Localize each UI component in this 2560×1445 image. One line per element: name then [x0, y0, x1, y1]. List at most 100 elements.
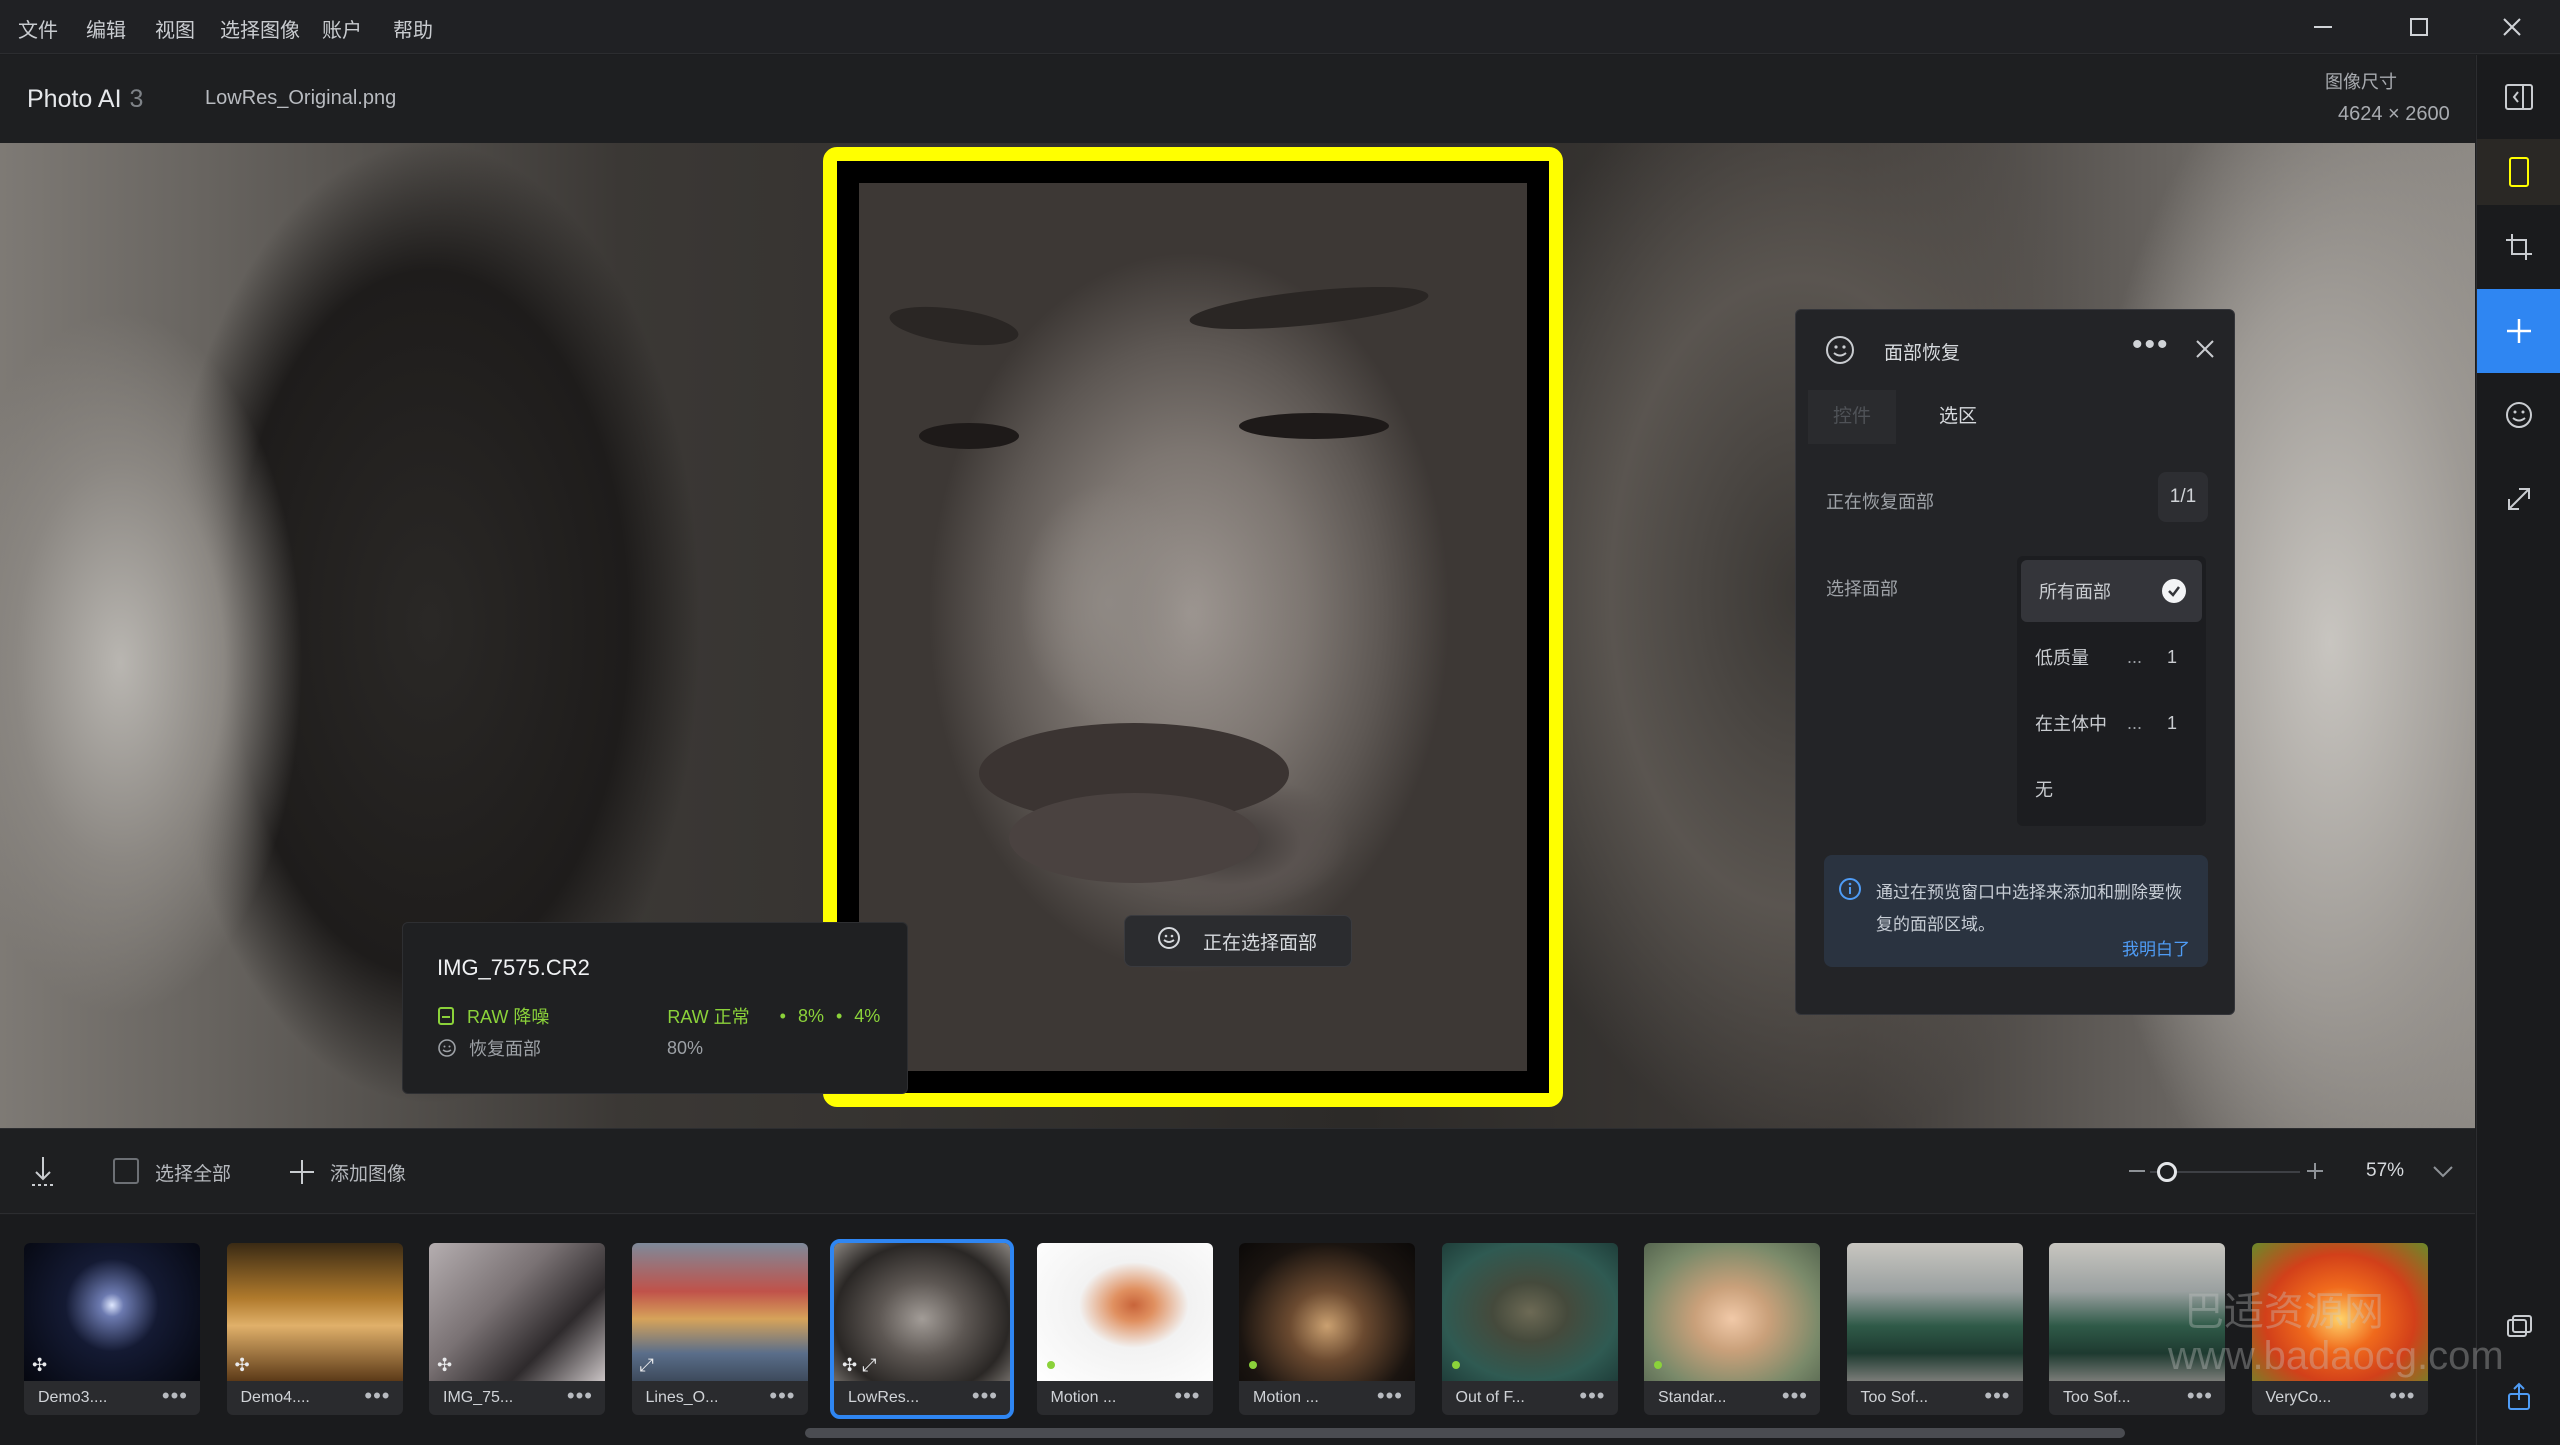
maximize-icon — [2410, 18, 2428, 36]
selection-hint: 通过在预览窗口中选择来添加和删除要恢复的面部区域。 我明白了 — [1824, 855, 2208, 967]
thumbnail-more-button[interactable]: ••• — [162, 1383, 188, 1409]
panel-more-button[interactable]: ••• — [2132, 328, 2170, 362]
thumbnail-more-button[interactable]: ••• — [364, 1383, 390, 1409]
thumbnail-image — [1846, 1243, 2023, 1381]
thumbnail-image — [1036, 1243, 1213, 1381]
crop-tool-button[interactable] — [2477, 205, 2560, 289]
menu-edit[interactable]: 编辑 — [86, 14, 126, 43]
face-eyebrow-right — [1187, 278, 1431, 338]
option-count: 1 — [2167, 712, 2178, 733]
filmstrip-thumbnail[interactable]: Standar... ••• — [1644, 1243, 1820, 1415]
thumbnail-label: Demo4.... — [240, 1389, 310, 1406]
thumbnail-image — [226, 1243, 403, 1381]
filmstrip-scrollbar[interactable] — [805, 1428, 2125, 1438]
zoom-slider-handle[interactable] — [2157, 1162, 2177, 1182]
thumbnail-more-button[interactable]: ••• — [769, 1383, 795, 1409]
filmstrip-thumbnail[interactable]: ✣ IMG_75... ••• — [429, 1243, 605, 1415]
filmstrip-thumbnail[interactable]: ✣ Demo4.... ••• — [226, 1243, 403, 1415]
minimize-icon — [2314, 26, 2332, 28]
smiley-icon — [1157, 926, 1181, 956]
recovering-faces-label: 正在恢复面部 — [1826, 492, 1934, 512]
raw-pct-a: 8% — [797, 1005, 824, 1026]
face-recovery-button[interactable] — [2477, 373, 2560, 457]
panel-close-icon[interactable] — [2194, 338, 2216, 360]
select-all-checkbox[interactable] — [113, 1158, 139, 1184]
minimize-button[interactable] — [2275, 0, 2371, 54]
info-row-face: 恢复面部 80% — [437, 1035, 703, 1061]
thumbnail-label: IMG_75... — [443, 1389, 514, 1406]
add-enhancement-button[interactable] — [2477, 289, 2560, 373]
thumbnail-label: Motion ... — [1253, 1389, 1319, 1406]
filmstrip-thumbnail[interactable]: Too Sof... ••• — [1846, 1243, 2023, 1415]
watermark-line-1: 巴适资源网 — [2184, 1290, 2384, 1334]
option-dots: ... — [2127, 646, 2143, 667]
option-in-subject[interactable]: 在主体中 ... 1 — [2017, 690, 2206, 756]
app-name: Photo AI — [27, 85, 122, 113]
watermark: 巴适资源网 www.badaocg.com — [2168, 1290, 2504, 1378]
thumbnail-ready-dot — [1654, 1361, 1662, 1369]
plus-icon[interactable] — [288, 1158, 316, 1186]
thumbnail-label: Demo3.... — [38, 1389, 108, 1406]
thumbnail-more-button[interactable]: ••• — [1377, 1383, 1403, 1409]
zoom-out-icon[interactable] — [2127, 1161, 2147, 1181]
filmstrip-thumbnail[interactable]: ⤢ Lines_O... ••• — [631, 1243, 808, 1415]
thumbnail-more-button[interactable]: ••• — [1782, 1383, 1808, 1409]
thumbnail-image — [429, 1243, 605, 1381]
menu-view[interactable]: 视图 — [155, 14, 195, 43]
filmstrip-thumbnail[interactable]: Motion ... ••• — [1036, 1243, 1213, 1415]
toggle-panel-button[interactable] — [2477, 55, 2560, 139]
panel-tabs: 控件 选区 — [1808, 390, 2224, 444]
import-icon[interactable] — [28, 1153, 58, 1187]
thumbnail-more-button[interactable]: ••• — [1174, 1383, 1200, 1409]
add-image-button[interactable]: 添加图像 — [330, 1159, 406, 1186]
select-all-label[interactable]: 选择全部 — [155, 1159, 231, 1186]
menu-select-image[interactable]: 选择图像 — [220, 14, 300, 43]
option-count: 1 — [2167, 646, 2178, 667]
filmstrip-thumbnail[interactable]: Out of F... ••• — [1441, 1243, 1618, 1415]
option-dots: ... — [2127, 712, 2143, 733]
thumbnail-more-button[interactable]: ••• — [1984, 1383, 2010, 1409]
option-all-faces[interactable]: 所有面部 — [2021, 560, 2202, 622]
zoom-value[interactable]: 57% — [2366, 1160, 2404, 1182]
chevron-down-icon[interactable] — [2432, 1165, 2454, 1179]
hint-dismiss-link[interactable]: 我明白了 — [2122, 935, 2190, 960]
image-preview-icon — [2509, 157, 2529, 187]
thumbnail-status-icon: ⤢ — [639, 1355, 654, 1375]
thumbnail-ready-dot — [1249, 1361, 1257, 1369]
thumbnail-more-button[interactable]: ••• — [2389, 1383, 2415, 1409]
thumbnail-ready-dot — [1451, 1361, 1460, 1369]
thumbnail-more-button[interactable]: ••• — [2187, 1383, 2213, 1409]
close-window-button[interactable] — [2464, 0, 2560, 54]
tab-selection[interactable]: 选区 — [1912, 390, 2004, 444]
raw-denoise-label: RAW 降噪 — [467, 1007, 550, 1027]
option-low-quality[interactable]: 低质量 ... 1 — [2017, 624, 2206, 690]
filmstrip-thumbnail[interactable]: ✣ Demo3.... ••• — [24, 1243, 200, 1415]
raw-normal-label: RAW 正常 — [667, 1007, 750, 1027]
menu-help[interactable]: 帮助 — [393, 14, 433, 43]
thumbnail-image — [1644, 1243, 1820, 1381]
filmstrip-thumbnail[interactable]: Motion ... ••• — [1239, 1243, 1415, 1415]
tab-controls[interactable]: 控件 — [1808, 390, 1896, 444]
thumbnail-more-button[interactable]: ••• — [1579, 1383, 1605, 1409]
menu-account[interactable]: 账户 — [322, 14, 362, 43]
file-name: LowRes_Original.png — [205, 87, 397, 109]
face-recovery-value: 80% — [667, 1037, 704, 1058]
image-size-value: 4624 × 2600 — [2338, 103, 2450, 125]
zoom-in-icon[interactable] — [2305, 1161, 2325, 1181]
image-stack-icon — [2507, 1315, 2532, 1337]
thumbnail-more-button[interactable]: ••• — [567, 1383, 593, 1409]
upscale-button[interactable] — [2477, 457, 2560, 541]
face-lips-lower — [1009, 793, 1259, 883]
raw-pct-b: 4% — [854, 1005, 881, 1026]
option-label: 所有面部 — [2039, 582, 2111, 602]
thumbnail-image — [24, 1243, 200, 1381]
maximize-button[interactable] — [2371, 0, 2467, 54]
menu-file[interactable]: 文件 — [18, 14, 58, 43]
option-none[interactable]: 无 — [2017, 756, 2206, 822]
thumbnail-label: Lines_O... — [645, 1389, 719, 1406]
app-header: Photo AI 3 LowRes_Original.png 图像尺寸 4624 … — [0, 55, 2475, 143]
thumbnail-label: Out of F... — [1455, 1389, 1525, 1406]
filmstrip-thumbnail[interactable]: ✣ ⤢ LowRes... ••• — [830, 1239, 1014, 1419]
preview-thumbnail[interactable] — [2477, 139, 2560, 205]
thumbnail-more-button[interactable]: ••• — [972, 1383, 998, 1409]
